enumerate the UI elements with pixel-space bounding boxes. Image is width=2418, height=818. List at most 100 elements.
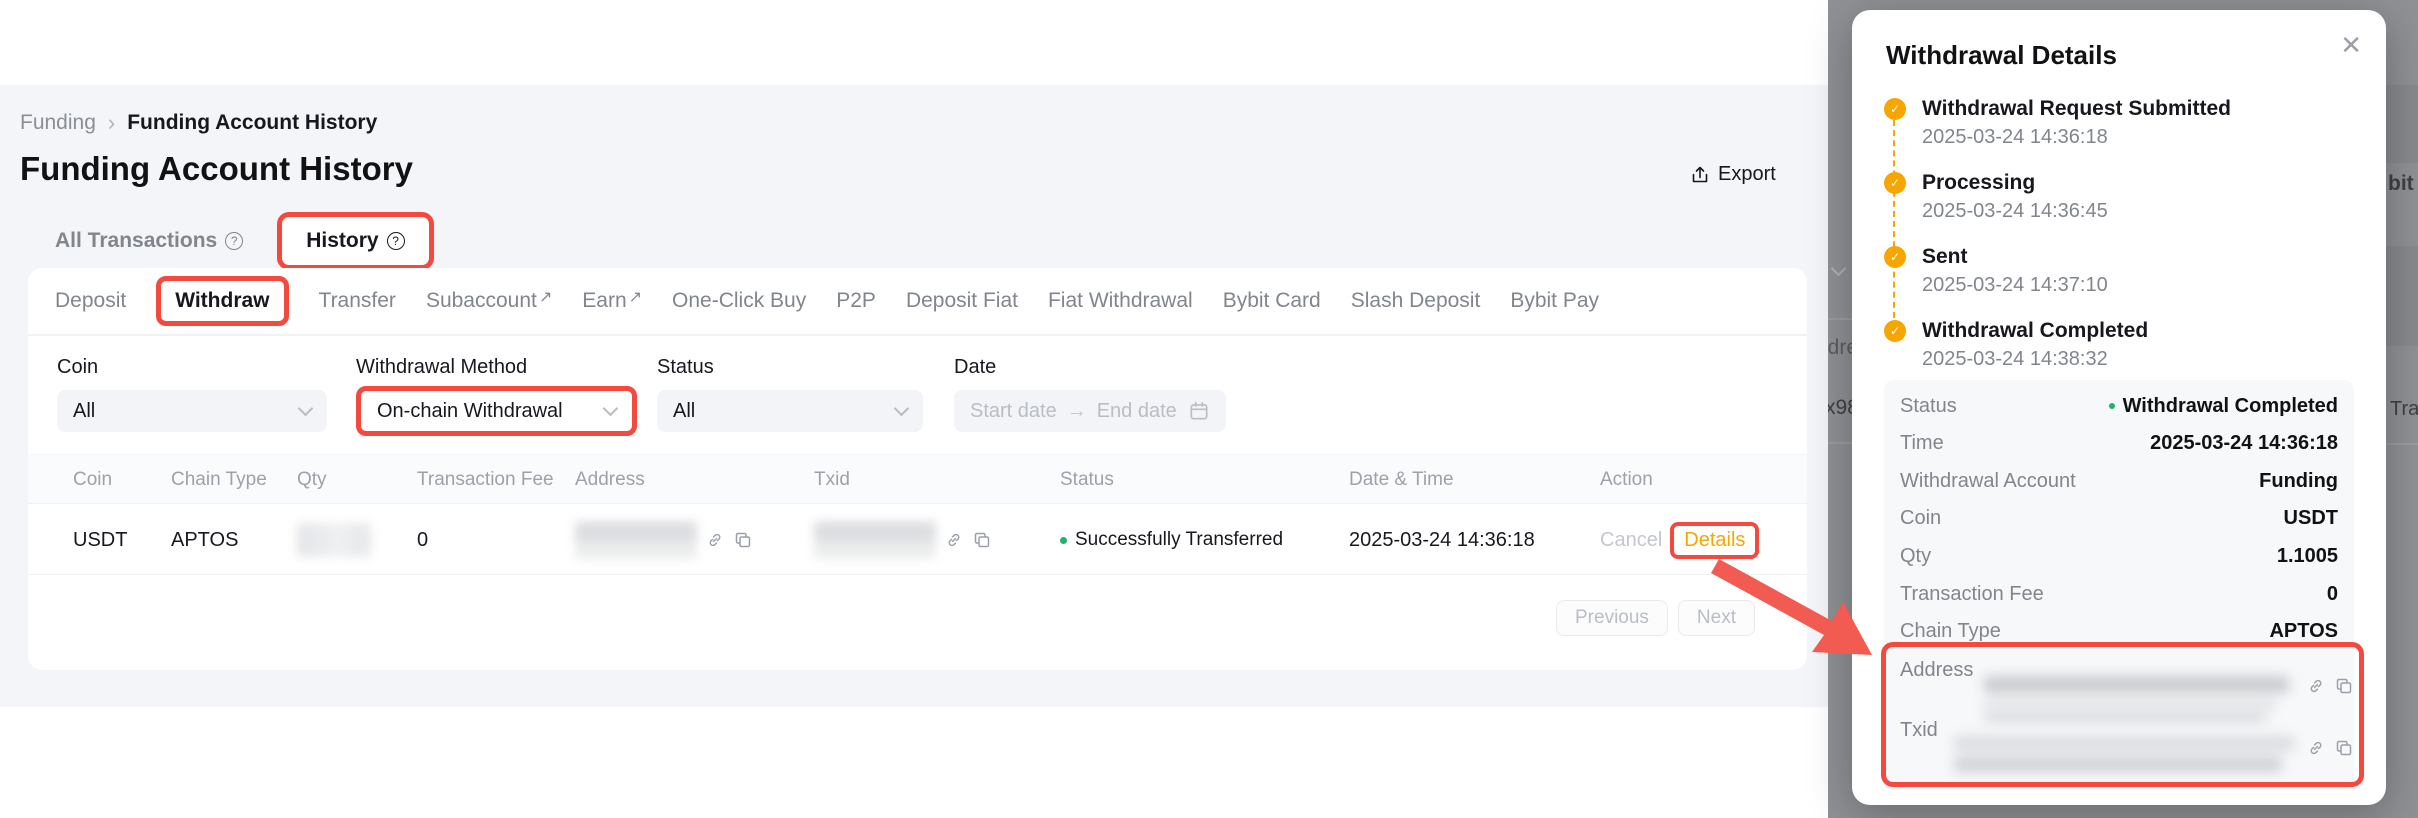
withdrawal-method-select[interactable]: On-chain Withdrawal [356, 386, 637, 436]
detail-row-coin: Coin USDT [1900, 507, 2338, 529]
subtab-withdraw[interactable]: Withdraw [156, 276, 288, 326]
filter-status-label: Status [657, 356, 923, 379]
redacted-address-block [575, 521, 697, 559]
filter-withdrawal-method: Withdrawal Method On-chain Withdrawal [356, 356, 637, 436]
link-icon[interactable] [2306, 676, 2326, 696]
row-coin: USDT [73, 505, 127, 575]
redacted-line [1984, 714, 2266, 721]
breadcrumb-separator-icon: › [108, 110, 115, 136]
copy-icon[interactable] [733, 530, 753, 550]
row-txid [814, 505, 992, 575]
subtab-deposit[interactable]: Deposit [55, 289, 126, 313]
subtab-deposit-fiat[interactable]: Deposit Fiat [906, 289, 1018, 313]
row-address [575, 505, 753, 575]
txid-icons [2306, 738, 2354, 758]
tab-all-transactions[interactable]: All Transactions ? [55, 229, 243, 253]
col-chain-type: Chain Type [171, 455, 267, 505]
subtab-bybit-card[interactable]: Bybit Card [1223, 289, 1321, 313]
redacted-address-block [1984, 676, 2294, 716]
close-icon[interactable]: ✕ [2340, 32, 2362, 58]
timeline-time: 2025-03-24 14:36:45 [1922, 200, 2108, 223]
check-icon: ✓ [1884, 172, 1906, 194]
status-dot [2109, 403, 2115, 409]
row-transaction-fee: 0 [417, 505, 428, 575]
table-header: Coin Chain Type Qty Transaction Fee Addr… [28, 454, 1807, 504]
copy-icon[interactable] [972, 530, 992, 550]
range-arrow-icon: → [1067, 400, 1087, 423]
subtab-fiat-withdrawal[interactable]: Fiat Withdrawal [1048, 289, 1193, 313]
help-icon[interactable]: ? [387, 232, 405, 250]
breadcrumb-current: Funding Account History [127, 111, 377, 135]
timeline-step-completed: ✓ Withdrawal Completed [1884, 319, 2148, 343]
link-icon[interactable] [2306, 738, 2326, 758]
dimmed-chevron-icon [1831, 261, 1847, 277]
status-select[interactable]: All [657, 390, 923, 432]
tab-history-label: History [306, 229, 378, 253]
filter-coin: Coin All [57, 356, 327, 432]
subtab-earn[interactable]: Earn↗ [582, 289, 642, 313]
status-select-value: All [673, 400, 695, 423]
redacted-txid-block [814, 521, 936, 559]
col-action: Action [1600, 455, 1653, 505]
detail-row-chain-type: Chain Type APTOS [1900, 620, 2338, 642]
filter-status: Status All [657, 356, 923, 432]
table-row: USDT APTOS 0 [28, 505, 1807, 575]
col-address: Address [575, 455, 645, 505]
date-range-input[interactable]: Start date → End date [954, 390, 1226, 432]
subtab-bybit-pay[interactable]: Bybit Pay [1510, 289, 1599, 313]
previous-button[interactable]: Previous [1556, 600, 1668, 636]
redacted-qty-block [297, 523, 371, 557]
coin-select-value: All [73, 400, 95, 423]
screenshot-root: Funding › Funding Account History Fundin… [0, 0, 2418, 818]
col-qty: Qty [297, 455, 327, 505]
timeline-step-sent: ✓ Sent [1884, 245, 1968, 269]
export-button[interactable]: Export [1690, 163, 1776, 186]
dimmed-divider [1828, 442, 1852, 444]
subtab-slash-deposit[interactable]: Slash Deposit [1351, 289, 1481, 313]
history-card: Deposit Withdraw Transfer Subaccount↗ Ea… [28, 268, 1807, 670]
help-icon[interactable]: ? [225, 232, 243, 250]
end-date-placeholder: End date [1097, 400, 1177, 423]
row-qty-redacted [297, 505, 371, 575]
status-dot [1060, 537, 1067, 544]
copy-icon[interactable] [2334, 738, 2354, 758]
link-icon[interactable] [705, 530, 725, 550]
tab-history[interactable]: History ? [277, 212, 433, 270]
subtab-transfer[interactable]: Transfer [319, 289, 396, 313]
details-action[interactable]: Details [1670, 522, 1759, 559]
filter-coin-label: Coin [57, 356, 327, 379]
filter-date: Date Start date → End date [954, 356, 1226, 432]
details-info-box: Status Withdrawal Completed Time 2025-03… [1884, 380, 2354, 790]
subtab-one-click-buy[interactable]: One-Click Buy [672, 289, 806, 313]
link-icon[interactable] [944, 530, 964, 550]
pagination: Previous Next [1556, 600, 1755, 636]
chevron-down-icon [894, 400, 910, 416]
timeline-time: 2025-03-24 14:38:32 [1922, 348, 2108, 371]
check-icon: ✓ [1884, 320, 1906, 342]
dimmed-text-fragment: Tra [2390, 398, 2418, 421]
copy-icon[interactable] [2334, 676, 2354, 696]
dimmed-background-band [2384, 85, 2418, 163]
breadcrumb-parent[interactable]: Funding [20, 111, 96, 135]
detail-row-qty: Qty 1.1005 [1900, 545, 2338, 567]
row-datetime: 2025-03-24 14:36:18 [1349, 505, 1535, 575]
row-status: Successfully Transferred [1060, 505, 1283, 575]
dimmed-divider [1828, 318, 1852, 320]
withdrawal-method-value: On-chain Withdrawal [377, 400, 563, 423]
external-link-icon: ↗ [629, 289, 642, 306]
col-status: Status [1060, 455, 1114, 505]
export-icon [1690, 165, 1710, 185]
breadcrumb: Funding › Funding Account History [20, 110, 377, 136]
col-coin: Coin [73, 455, 112, 505]
subtab-p2p[interactable]: P2P [836, 289, 876, 313]
detail-label-address: Address [1900, 659, 1973, 682]
detail-row-transaction-fee: Transaction Fee 0 [1900, 583, 2338, 605]
timeline-step-processing: ✓ Processing [1884, 171, 2035, 195]
page-title: Funding Account History [20, 150, 413, 188]
chevron-down-icon [603, 400, 619, 416]
export-label: Export [1718, 163, 1776, 186]
next-button[interactable]: Next [1678, 600, 1755, 636]
subtab-subaccount[interactable]: Subaccount↗ [426, 289, 552, 313]
coin-select[interactable]: All [57, 390, 327, 432]
withdrawal-details-modal: ✕ Withdrawal Details ✓ Withdrawal Reques… [1852, 10, 2386, 805]
